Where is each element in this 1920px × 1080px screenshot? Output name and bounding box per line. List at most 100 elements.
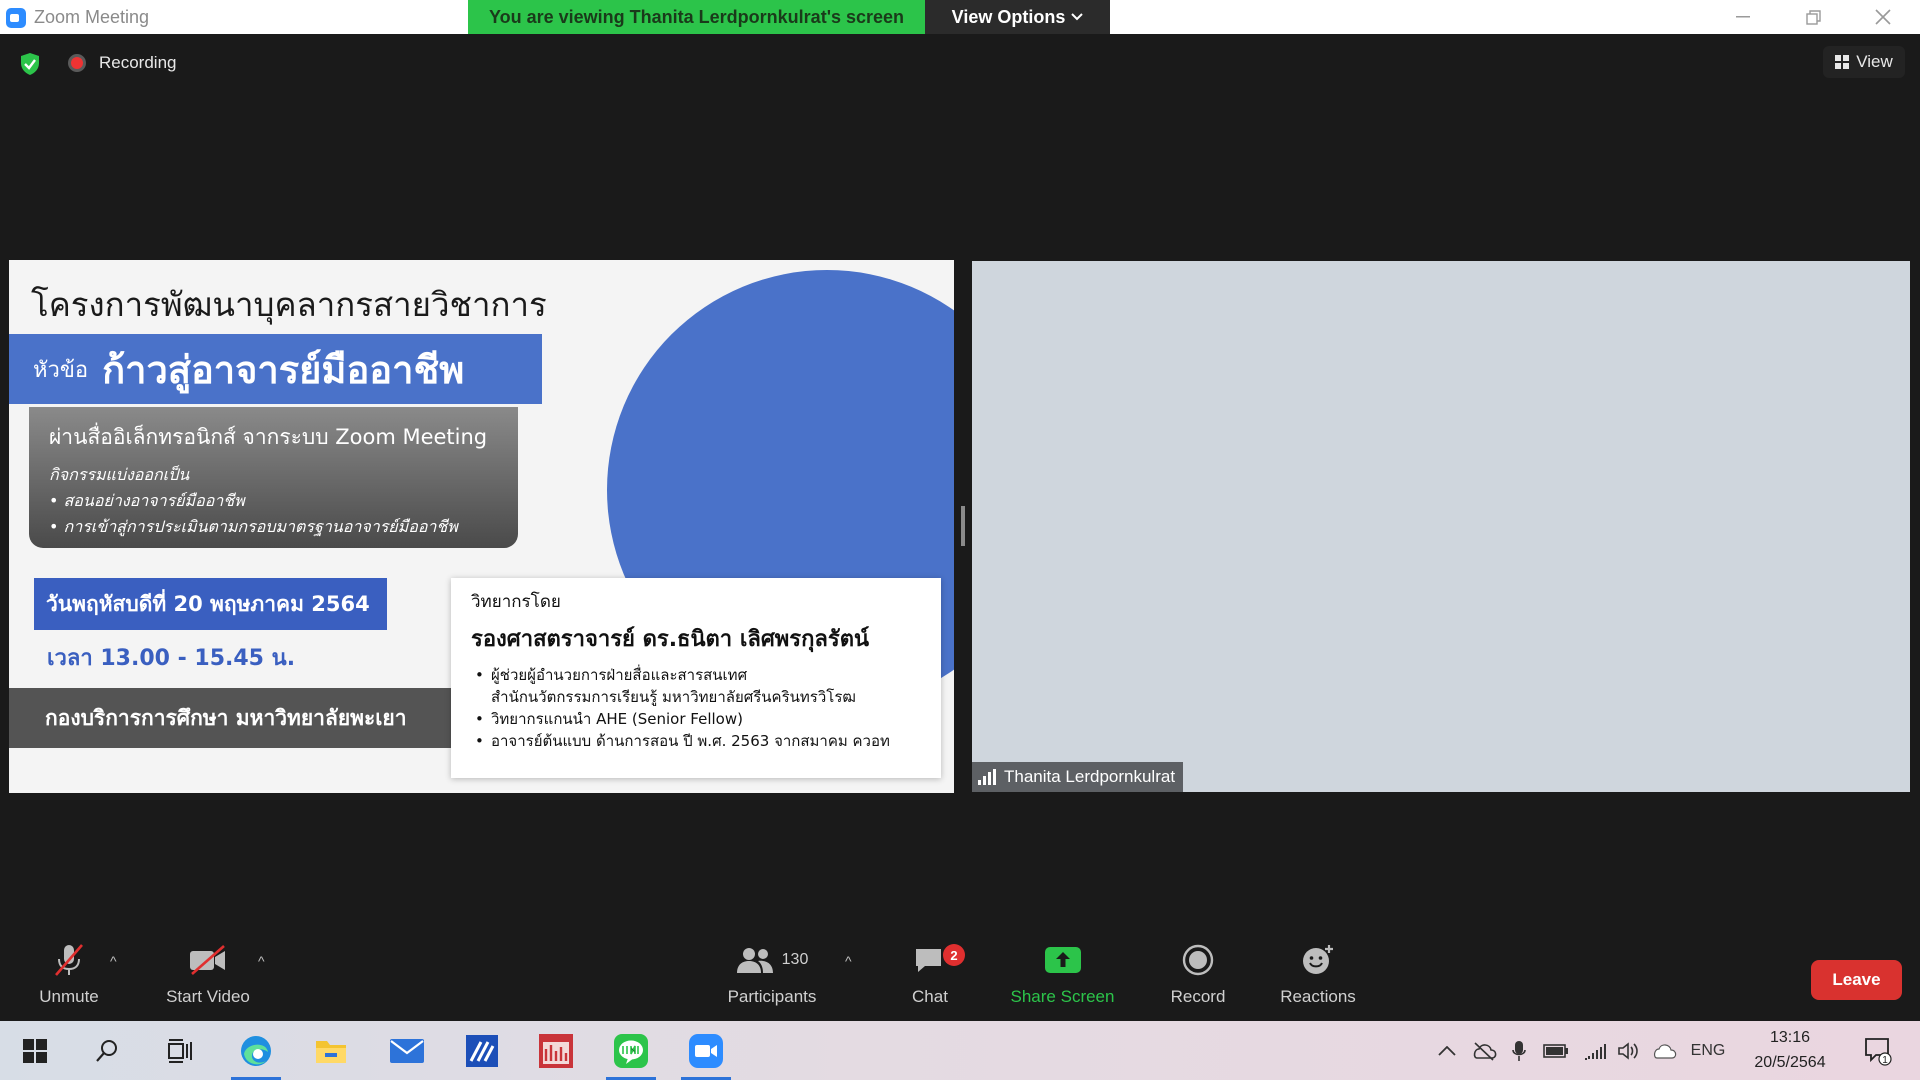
line-app-icon	[614, 1033, 648, 1068]
window-titlebar: Zoom Meeting You are viewing Thanita Ler…	[0, 0, 1920, 34]
search-button[interactable]	[76, 1021, 138, 1080]
restore-icon	[1805, 9, 1821, 25]
speaker-bullet: ผู้ช่วยผู้อำนวยการฝ่ายสื่อและสารสนเทศ	[471, 664, 921, 686]
cloud-offline-icon	[1473, 1041, 1497, 1061]
search-icon	[96, 1039, 117, 1062]
leave-meeting-button[interactable]: Leave	[1811, 960, 1902, 1000]
chat-bubble-icon	[916, 949, 941, 972]
recording-dot-icon	[68, 54, 86, 72]
speaker-name: รองศาสตราจารย์ ดร.ธนิตา เลิศพรกุลรัตน์	[471, 627, 870, 652]
zoom-logo-icon	[6, 7, 26, 28]
taskbar-spss[interactable]	[525, 1021, 587, 1080]
slide-topic-bar: หัวข้อ ก้าวสู่อาจารย์มืออาชีพ	[9, 334, 542, 404]
speaker-volume-icon	[1618, 1041, 1638, 1060]
record-icon	[1182, 944, 1214, 976]
video-options-caret-icon[interactable]: ^	[258, 953, 265, 969]
participant-name: Thanita Lerdpornkulrat	[1004, 767, 1176, 786]
participants-label: Participants	[727, 987, 817, 1006]
task-view-icon	[168, 1038, 192, 1063]
grid-view-icon	[1835, 55, 1850, 69]
start-video-button[interactable]: Start Video	[158, 935, 258, 1021]
participants-count: 130	[781, 951, 809, 968]
speaker-bullet: วิทยากรแกนนำ AHE (Senior Fellow)	[471, 708, 921, 730]
unmute-label: Unmute	[39, 987, 99, 1006]
share-screen-button[interactable]: Share Screen	[1005, 935, 1120, 1021]
start-video-label: Start Video	[166, 987, 250, 1006]
participants-icon	[736, 948, 773, 973]
close-icon	[1875, 9, 1891, 25]
unmute-button[interactable]: Unmute	[28, 935, 110, 1021]
windows-logo-icon	[23, 1038, 47, 1063]
viewing-screen-banner: You are viewing Thanita Lerdpornkulrat's…	[468, 0, 925, 34]
start-button[interactable]	[4, 1021, 66, 1080]
taskbar-clock[interactable]: 13:16 20/5/2564	[1740, 1025, 1840, 1075]
folder-icon	[316, 1040, 346, 1063]
reactions-label: Reactions	[1280, 987, 1356, 1006]
input-language[interactable]: ENG	[1684, 1021, 1732, 1080]
chevron-up-icon	[1438, 1045, 1456, 1056]
battery-icon	[1543, 1043, 1568, 1058]
app-title: Zoom Meeting	[6, 7, 149, 28]
view-options-button[interactable]: View Options	[925, 0, 1110, 34]
taskbar-line[interactable]	[600, 1021, 662, 1080]
network-tray[interactable]	[1580, 1021, 1610, 1080]
signal-strength-icon	[978, 769, 996, 785]
microphone-tray[interactable]	[1506, 1021, 1532, 1080]
speaker-bullet-continued: สำนักนวัตกรรมการเรียนรู้ มหาวิทยาลัยศรีน…	[491, 688, 856, 706]
minimize-icon	[1736, 16, 1750, 18]
spss-icon	[539, 1033, 573, 1068]
mail-icon	[390, 1038, 424, 1063]
view-button[interactable]: View	[1823, 46, 1905, 78]
encryption-shield-icon[interactable]	[19, 52, 41, 76]
description-line: กิจกรรมแบ่งออกเป็น	[49, 465, 190, 484]
topic-title: ก้าวสู่อาจารย์มืออาชีพ	[102, 347, 465, 392]
onedrive-offline-tray[interactable]	[1469, 1021, 1499, 1080]
view-label: View	[1856, 52, 1893, 71]
taskbar-edge-browser[interactable]	[225, 1021, 287, 1080]
battery-tray[interactable]	[1540, 1021, 1572, 1080]
event-date: วันพฤหัสบดีที่ 20 พฤษภาคม 2564	[34, 578, 387, 630]
edge-browser-icon	[241, 1035, 271, 1066]
app-title-text: Zoom Meeting	[34, 7, 150, 27]
speaker-label: วิทยากรโดย	[471, 592, 561, 612]
clock-time: 13:16	[1769, 1029, 1811, 1046]
taskbar-mail[interactable]	[376, 1021, 438, 1080]
view-options-label: View Options	[951, 6, 1066, 27]
chat-button[interactable]: 2 Chat	[899, 935, 965, 1021]
taskbar-app-blue[interactable]	[451, 1021, 513, 1080]
minimize-button[interactable]	[1708, 0, 1778, 34]
cloud-sync-tray[interactable]	[1648, 1021, 1680, 1080]
reactions-smiley-icon	[1303, 945, 1333, 974]
share-screen-label: Share Screen	[1010, 987, 1115, 1006]
chat-label: Chat	[912, 987, 948, 1006]
reactions-button[interactable]: Reactions	[1273, 935, 1363, 1021]
share-screen-icon	[1044, 947, 1081, 973]
shared-screen-slide: โครงการพัฒนาบุคลากรสายวิชาการ หัวข้อ ก้า…	[9, 260, 954, 793]
video-off-icon	[190, 945, 225, 975]
taskbar-zoom[interactable]	[675, 1021, 737, 1080]
app-blue-slash-icon	[466, 1034, 498, 1067]
cloud-icon	[1653, 1043, 1677, 1059]
taskbar-file-explorer[interactable]	[300, 1021, 362, 1080]
meeting-toolbar: Unmute ^ Start Video ^ 130 Participants …	[0, 935, 1920, 1021]
zoom-app-icon	[689, 1033, 723, 1068]
restore-button[interactable]	[1778, 0, 1848, 34]
record-button[interactable]: Record	[1163, 935, 1233, 1021]
action-center-button[interactable]: 1	[1854, 1021, 1902, 1080]
description-line: • สอนอย่างอาจารย์มืออาชีพ	[49, 491, 245, 510]
speaker-info-box: วิทยากรโดย รองศาสตราจารย์ ดร.ธนิตา เลิศพ…	[451, 578, 941, 778]
chat-unread-badge: 2	[943, 944, 965, 966]
slide-description-box: ผ่านสื่ออิเล็กทรอนิกส์ จากระบบ Zoom Meet…	[29, 407, 518, 548]
split-view-divider-handle[interactable]	[961, 506, 965, 546]
speaker-bullet: อาจารย์ต้นแบบ ด้านการสอน ปี พ.ศ. 2563 จา…	[471, 730, 921, 752]
show-hidden-icons-button[interactable]	[1433, 1021, 1461, 1080]
audio-options-caret-icon[interactable]: ^	[110, 953, 117, 969]
task-view-button[interactable]	[148, 1021, 210, 1080]
volume-tray[interactable]	[1614, 1021, 1644, 1080]
slide-title: โครงการพัฒนาบุคลากรสายวิชาการ	[31, 285, 547, 324]
clock-date: 20/5/2564	[1754, 1054, 1826, 1071]
participants-options-caret-icon[interactable]: ^	[845, 953, 852, 969]
participants-button[interactable]: 130 Participants	[720, 935, 824, 1021]
close-button[interactable]	[1848, 0, 1918, 34]
description-line: • การเข้าสู่การประเมินตามกรอบมาตรฐานอาจา…	[49, 517, 458, 536]
